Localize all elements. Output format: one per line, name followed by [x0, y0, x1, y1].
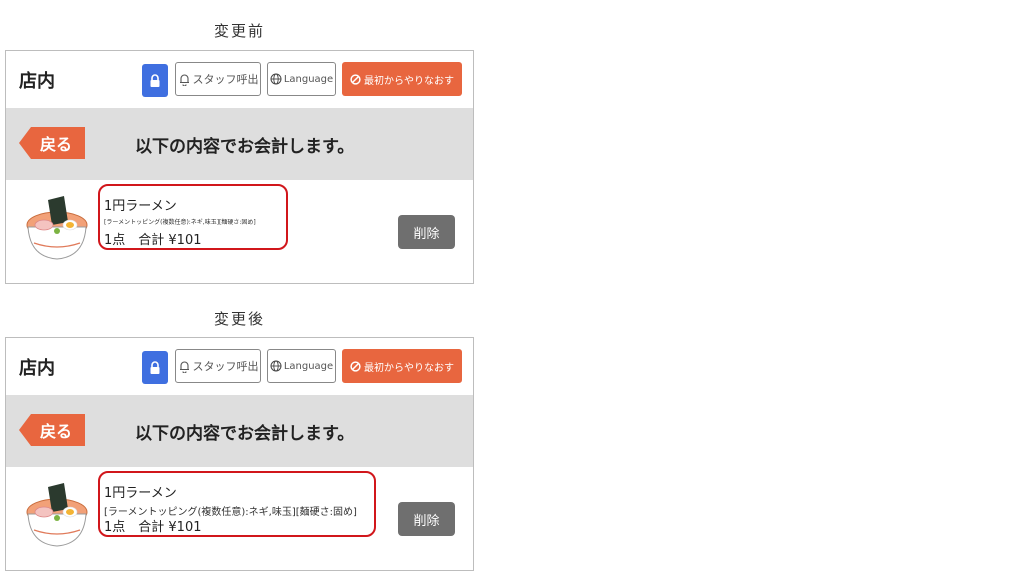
caption-before: 変更前 — [213, 22, 265, 40]
lock-button[interactable] — [142, 64, 168, 97]
restart-label: 最初からやりなおす — [364, 362, 454, 374]
ramen-bowl-icon — [26, 196, 88, 260]
language-label: Language — [283, 73, 334, 85]
order-item: 1円ラーメン [ラーメントッピング(複数任意):ネギ,味玉][麺硬さ:固め] 1… — [6, 180, 473, 283]
staff-call-label: スタッフ呼出 — [192, 73, 259, 86]
bell-icon — [179, 361, 189, 373]
item-topping: [ラーメントッピング(複数任意):ネギ,味玉][麺硬さ:固め] — [104, 219, 256, 226]
store-name: 店内 — [19, 358, 55, 379]
screen-after: 店内 スタッフ呼出 Language 最初からやりなおす 戻る 以下の内容でお会… — [5, 337, 474, 571]
lock-icon — [150, 360, 160, 374]
cancel-icon — [350, 73, 361, 85]
delete-button[interactable]: 削除 — [398, 502, 455, 536]
ramen-bowl-icon — [26, 483, 88, 547]
language-button[interactable]: Language — [267, 62, 336, 96]
restart-button[interactable]: 最初からやりなおす — [342, 62, 462, 96]
checkout-message: 以下の内容でお会計します。 — [135, 137, 355, 157]
bell-icon — [179, 74, 189, 86]
header: 店内 スタッフ呼出 Language 最初からやりなおす — [6, 338, 473, 395]
screen-before: 店内 スタッフ呼出 Language 最初からやりなおす 戻る 以下の内容でお会… — [5, 50, 474, 284]
language-button[interactable]: Language — [267, 349, 336, 383]
globe-icon — [270, 73, 282, 85]
cancel-icon — [350, 360, 361, 372]
globe-icon — [270, 360, 282, 372]
store-name: 店内 — [19, 71, 55, 92]
checkout-banner: 戻る 以下の内容でお会計します。 — [6, 108, 473, 180]
back-button[interactable]: 戻る — [19, 414, 85, 446]
caption-after: 変更後 — [213, 310, 265, 328]
lock-icon — [150, 73, 160, 87]
item-total: 1点 合計 ¥101 — [104, 233, 202, 248]
item-total: 1点 合計 ¥101 — [104, 520, 202, 535]
item-name: 1円ラーメン — [104, 486, 177, 501]
staff-call-button[interactable]: スタッフ呼出 — [175, 62, 261, 96]
staff-call-button[interactable]: スタッフ呼出 — [175, 349, 261, 383]
checkout-banner: 戻る 以下の内容でお会計します。 — [6, 395, 473, 467]
header: 店内 スタッフ呼出 Language 最初からやりなおす — [6, 51, 473, 108]
back-button[interactable]: 戻る — [19, 127, 85, 159]
lock-button[interactable] — [142, 351, 168, 384]
item-name: 1円ラーメン — [104, 199, 177, 214]
language-label: Language — [283, 360, 334, 372]
restart-label: 最初からやりなおす — [364, 75, 454, 87]
restart-button[interactable]: 最初からやりなおす — [342, 349, 462, 383]
checkout-message: 以下の内容でお会計します。 — [135, 424, 355, 444]
order-item: 1円ラーメン [ラーメントッピング(複数任意):ネギ,味玉][麺硬さ:固め] 1… — [6, 467, 473, 570]
delete-button[interactable]: 削除 — [398, 215, 455, 249]
staff-call-label: スタッフ呼出 — [192, 360, 259, 373]
